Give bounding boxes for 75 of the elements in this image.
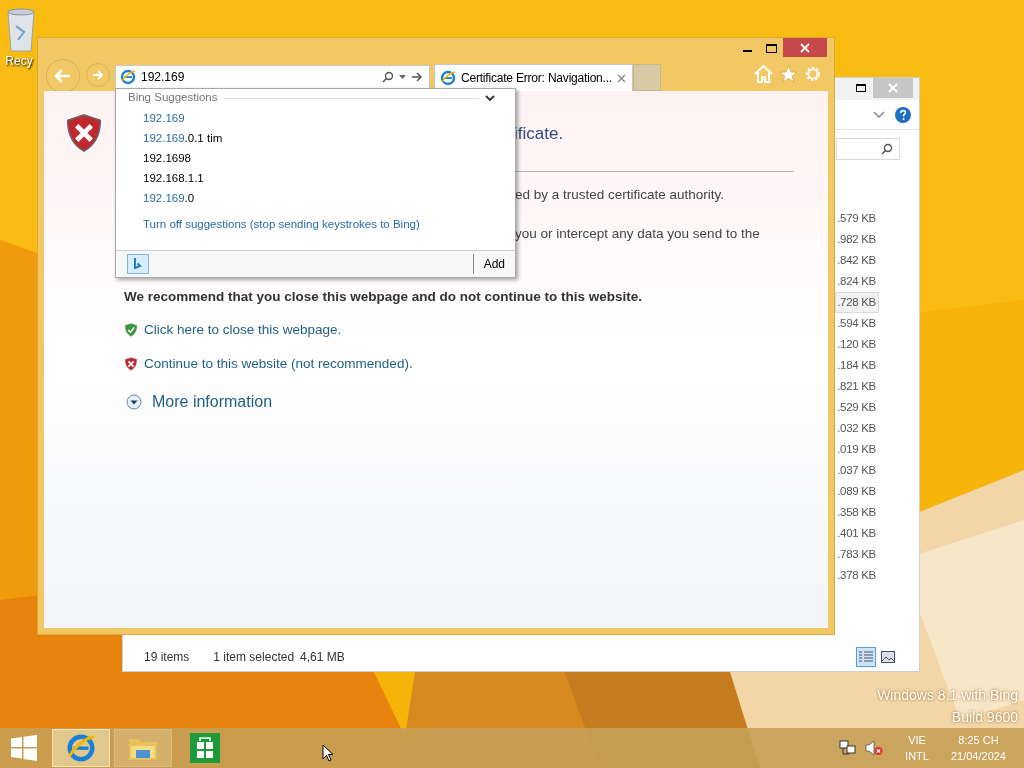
taskbar-app-button[interactable] xyxy=(114,729,172,767)
file-size-cell[interactable]: .783 KB xyxy=(835,544,879,565)
chevron-down-icon[interactable] xyxy=(873,110,885,119)
close-page-link[interactable]: Click here to close this webpage. xyxy=(144,319,342,340)
browser-tab[interactable]: Certificate Error: Navigation... xyxy=(434,64,633,91)
maximize-icon xyxy=(765,43,777,53)
go-arrow-icon[interactable] xyxy=(411,72,423,82)
help-icon[interactable] xyxy=(895,106,911,123)
browser-logo-icon xyxy=(440,70,456,86)
file-size-cell[interactable]: .019 KB xyxy=(835,439,879,460)
warning-text: ed by a trusted certificate authority. xyxy=(515,186,726,204)
file-size-cell[interactable]: .529 KB xyxy=(835,397,879,418)
close-button[interactable] xyxy=(783,38,827,57)
file-size-cell[interactable]: .401 KB xyxy=(835,523,879,544)
cross-shield-icon xyxy=(124,357,138,372)
continue-link[interactable]: Continue to this website (not recommended). xyxy=(144,354,413,375)
browser-logo-icon xyxy=(120,69,136,85)
search-field[interactable] xyxy=(836,138,900,160)
suggestion-item[interactable]: 192.169 xyxy=(143,109,515,129)
windows-logo-icon xyxy=(11,735,37,761)
back-arrow-icon xyxy=(54,68,72,84)
file-size-cell[interactable]: .120 KB xyxy=(835,334,879,355)
turn-off-suggestions-link[interactable]: Turn off suggestions (stop sending keystrokes to Bing) xyxy=(143,216,515,234)
close-icon xyxy=(888,83,898,93)
forward-arrow-icon xyxy=(92,70,104,80)
warning-text: you or intercept any data you send to the xyxy=(515,225,761,244)
file-size-cell[interactable]: .032 KB xyxy=(835,418,879,439)
minimize-icon xyxy=(742,50,752,52)
file-size-cell[interactable]: .089 KB xyxy=(835,481,879,502)
close-tab-icon[interactable] xyxy=(617,73,626,83)
file-size-cell[interactable]: .594 KB xyxy=(835,313,879,334)
address-bar[interactable]: 192.169 xyxy=(115,65,430,89)
file-size-cell[interactable]: .824 KB xyxy=(835,271,879,292)
tab-title: Certificate Error: Navigation... xyxy=(461,70,612,87)
more-information-link[interactable]: More information xyxy=(152,390,273,415)
file-size-cell[interactable]: .184 KB xyxy=(835,355,879,376)
trash-bin-icon[interactable] xyxy=(6,8,36,52)
selection-info: 1 item selected xyxy=(213,649,295,666)
taskbar-app-button[interactable] xyxy=(52,729,110,767)
check-shield-icon xyxy=(124,322,138,337)
os-watermark-text: Build 9600 xyxy=(951,708,1018,727)
suggestion-item[interactable]: 192.169.0.1 tim xyxy=(143,129,515,149)
add-button[interactable]: Add xyxy=(473,250,515,278)
recommendation-text: We recommend that you close this webpage and do not continue to this website. xyxy=(124,287,644,306)
cross-shield-icon xyxy=(64,113,104,153)
file-size-cell[interactable]: .579 KB xyxy=(835,208,879,229)
file-size-cell[interactable]: .821 KB xyxy=(835,376,879,397)
os-watermark-text: Windows 8.1 with Bing xyxy=(877,686,1018,705)
close-icon xyxy=(800,42,810,53)
search-provider-icon[interactable] xyxy=(127,254,149,274)
file-size-cell[interactable]: .982 KB xyxy=(835,229,879,250)
expand-icon[interactable] xyxy=(126,394,142,411)
address-text: 192.169 xyxy=(141,69,185,86)
item-count: 19 items xyxy=(144,649,190,666)
star-icon[interactable] xyxy=(779,65,798,83)
suggestions-header: Bing Suggestions xyxy=(128,90,218,106)
maximize-icon xyxy=(856,84,866,92)
shopping-bag-icon xyxy=(190,733,220,763)
collapse-chevron-icon[interactable] xyxy=(485,94,495,102)
muted-speaker-icon[interactable] xyxy=(865,740,884,756)
cursor-icon xyxy=(322,744,334,762)
dropdown-caret-icon[interactable] xyxy=(399,75,406,79)
file-size-cell[interactable]: .037 KB xyxy=(835,460,879,481)
file-size-cell[interactable]: .842 KB xyxy=(835,250,879,271)
suggestion-item[interactable]: 192.169.0 xyxy=(143,189,515,209)
file-size-cell[interactable]: .378 KB xyxy=(835,565,879,586)
network-icon[interactable] xyxy=(839,740,858,756)
browser-logo-icon xyxy=(66,733,96,763)
search-icon xyxy=(881,143,893,155)
file-size-cell[interactable]: .728 KB xyxy=(835,292,879,313)
selection-size: 4,61 MB xyxy=(300,649,345,666)
suggestion-item[interactable]: 192.168.1.1 xyxy=(143,169,515,189)
search-icon[interactable] xyxy=(382,71,394,83)
file-size-cell[interactable]: .358 KB xyxy=(835,502,879,523)
suggestion-item[interactable]: 192.1698 xyxy=(143,149,515,169)
